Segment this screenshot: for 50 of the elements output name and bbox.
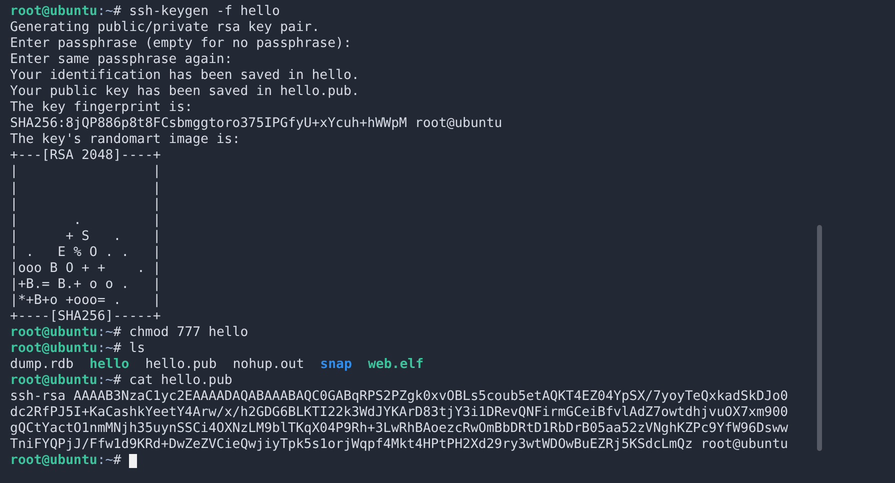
prompt-user: root@ubuntu: [10, 453, 98, 470]
output-line: The key's randomart image is:: [10, 132, 240, 148]
output-line: Your identification has been saved in hello.: [10, 68, 360, 84]
file-name: web.elf: [368, 357, 424, 374]
command-text: ls: [129, 340, 146, 358]
output-line: Enter same passphrase again:: [10, 52, 232, 68]
prompt-symbol: #: [113, 453, 122, 470]
file-name: nohup.out: [232, 357, 304, 374]
output-line: | + S . |: [10, 228, 161, 245]
output-line: +---[RSA 2048]----+: [10, 148, 161, 164]
output-line: | |: [10, 180, 161, 197]
output-line: |+B.= B.+ o o . |: [10, 276, 161, 293]
file-name: dump.rdb: [10, 357, 74, 374]
prompt-user: root@ubuntu: [10, 340, 98, 358]
prompt-path: :~: [97, 373, 114, 390]
text-cursor: [129, 454, 138, 468]
prompt-path: :~: [97, 453, 114, 470]
output-line: | |: [10, 196, 161, 213]
prompt-symbol: #: [113, 373, 122, 390]
scrollbar-thumb[interactable]: [817, 225, 822, 451]
output-line: |ooo B O + + . |: [10, 260, 161, 277]
prompt-symbol: #: [113, 340, 122, 358]
output-line: +----[SHA256]-----+: [10, 308, 161, 325]
prompt-symbol: #: [113, 4, 122, 20]
command-text: ssh-keygen -f hello: [129, 4, 280, 20]
prompt-symbol: #: [113, 324, 122, 341]
output-line: | . E % O . . |: [10, 244, 161, 261]
output-line: ssh-rsa AAAAB3NzaC1yc2EAAAADAQABAAABAQC0GABqRPS2PZgk0xvOBLs5coub5etAQKT4EZ04YpSX/7yoyTeQxkadSkDJo0: [10, 389, 788, 406]
prompt-user: root@ubuntu: [10, 373, 98, 390]
command-text: cat hello.pub: [129, 373, 232, 390]
file-name: hello: [90, 357, 130, 374]
output-line: | |: [10, 164, 161, 181]
output-line: gQCtYactO1nmMNjh35uynSSCi4OXNzLM9blTKqX04P9Rh+3LwRhBAoezcRwOmBbDRtD1RbDrB05aa52zVNghKZPc9YfW96Dsww: [10, 421, 788, 438]
prompt-path: :~: [97, 340, 114, 358]
output-line: Your public key has been saved in hello.pub.: [10, 84, 360, 100]
output-line: |*+B+o +ooo= . |: [10, 292, 161, 309]
file-name: snap: [320, 357, 352, 374]
prompt-path: :~: [97, 324, 114, 341]
prompt-user: root@ubuntu: [10, 324, 98, 341]
output-line: Generating public/private rsa key pair.: [10, 20, 320, 36]
output-line: | . |: [10, 212, 161, 229]
output-line: TniFYQPjJ/Ffw1d9KRd+DwZeZVCieQwjiyTpk5s1orjWqpf4Mkt4HPtPH2Xd29ry3wtWDOwBuEZRj5KSdcLmQz root@ubuntu: [10, 437, 788, 454]
prompt-path: :~: [97, 4, 114, 20]
output-line: The key fingerprint is:: [10, 100, 193, 116]
command-text: chmod 777 hello: [129, 324, 248, 341]
output-line: dc2RfPJ5I+KaCashkYeetY4Arw/x/h2GDG6BLKTI22k3WdJYKArD83tjY3i1DRevQNFirmGCeiBfvlAdZ7owtdhjvuOX7xm900: [10, 405, 788, 422]
prompt-user: root@ubuntu: [10, 4, 98, 20]
output-line: Enter passphrase (empty for no passphrase):: [10, 36, 352, 52]
file-name: hello.pub: [145, 357, 217, 374]
output-line: SHA256:8jQP886p8t8FCsbmggtoro375IPGfyU+xYcuh+hWWpM root@ubuntu: [10, 116, 502, 132]
